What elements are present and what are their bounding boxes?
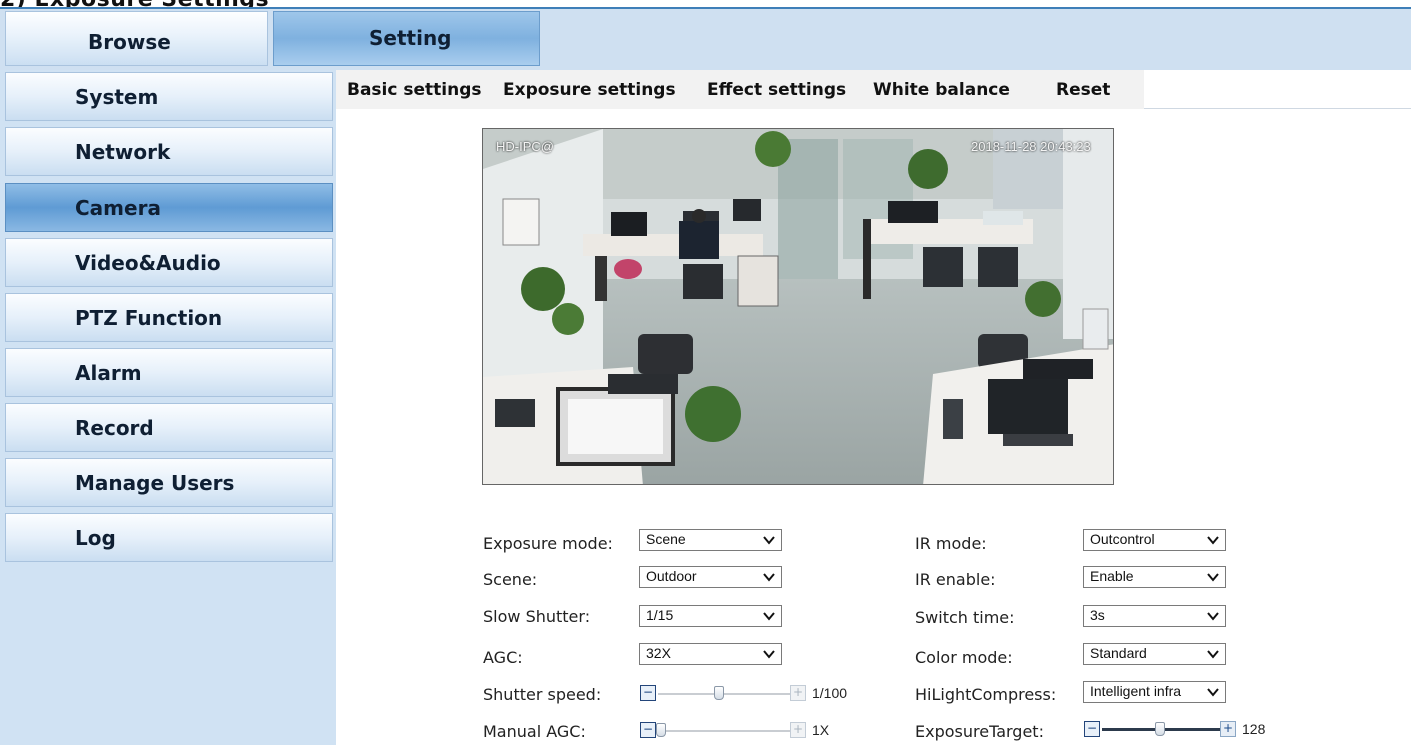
minus-icon[interactable]: −	[640, 685, 656, 701]
camera-feed-image	[483, 129, 1113, 484]
tab-basic-settings[interactable]: Basic settings	[347, 80, 482, 100]
chevron-down-icon	[763, 536, 775, 545]
shutter-speed-track	[658, 693, 790, 695]
manual-agc-thumb[interactable]	[656, 723, 666, 737]
hilight-compress-value: Intelligent infra	[1090, 683, 1182, 699]
chevron-down-icon	[763, 650, 775, 659]
chevron-down-icon	[1207, 612, 1219, 621]
osd-camera-name: HD-IPC@	[496, 139, 554, 154]
agc-value: 32X	[646, 645, 671, 661]
agc-label: AGC:	[483, 648, 523, 667]
minus-icon[interactable]: −	[640, 722, 656, 738]
color-mode-select[interactable]: Standard	[1083, 643, 1226, 665]
hilight-compress-label: HiLightCompress:	[915, 685, 1057, 704]
ir-mode-label: IR mode:	[915, 534, 987, 553]
color-mode-value: Standard	[1090, 645, 1147, 661]
manual-agc-value: 1X	[812, 722, 830, 738]
exposure-mode-label: Exposure mode:	[483, 534, 613, 553]
sidebar-item-ptz-function[interactable]: PTZ Function	[5, 293, 333, 342]
sidebar-item-system[interactable]: System	[5, 72, 333, 121]
slow-shutter-label: Slow Shutter:	[483, 607, 591, 626]
page-heading-clipped: 2) Exposure Settings	[0, 0, 1411, 12]
ir-enable-label: IR enable:	[915, 570, 996, 589]
browse-button[interactable]: Browse	[5, 11, 268, 66]
manual-agc-label: Manual AGC:	[483, 722, 586, 741]
switch-time-select[interactable]: 3s	[1083, 605, 1226, 627]
shutter-speed-label: Shutter speed:	[483, 685, 602, 704]
chevron-down-icon	[763, 612, 775, 621]
exposure-mode-select[interactable]: Scene	[639, 529, 782, 551]
tab-white-balance[interactable]: White balance	[873, 80, 1010, 100]
setting-button[interactable]: Setting	[273, 11, 540, 66]
exposure-target-slider: − + 128	[1084, 721, 1294, 739]
shutter-speed-thumb[interactable]	[714, 686, 724, 700]
tab-effect-settings[interactable]: Effect settings	[707, 80, 846, 100]
chevron-down-icon	[1207, 688, 1219, 697]
ir-enable-value: Enable	[1090, 568, 1134, 584]
ir-mode-value: Outcontrol	[1090, 531, 1155, 547]
sidebar-item-video-audio[interactable]: Video&Audio	[5, 238, 333, 287]
chevron-down-icon	[763, 573, 775, 582]
sidebar-item-camera[interactable]: Camera	[5, 183, 333, 232]
chevron-down-icon	[1207, 650, 1219, 659]
scene-select[interactable]: Outdoor	[639, 566, 782, 588]
switch-time-label: Switch time:	[915, 608, 1015, 627]
scene-value: Outdoor	[646, 568, 697, 584]
tab-reset[interactable]: Reset	[1056, 80, 1110, 100]
hilight-compress-select[interactable]: Intelligent infra	[1083, 681, 1226, 703]
exposure-mode-value: Scene	[646, 531, 686, 547]
slow-shutter-value: 1/15	[646, 607, 674, 623]
shutter-speed-value: 1/100	[812, 685, 848, 701]
sidebar-item-manage-users[interactable]: Manage Users	[5, 458, 333, 507]
manual-agc-track	[658, 730, 790, 732]
plus-icon[interactable]: +	[790, 722, 806, 738]
switch-time-value: 3s	[1090, 607, 1105, 623]
exposure-target-thumb[interactable]	[1155, 722, 1165, 736]
ir-enable-select[interactable]: Enable	[1083, 566, 1226, 588]
scene-label: Scene:	[483, 570, 538, 589]
slow-shutter-select[interactable]: 1/15	[639, 605, 782, 627]
chevron-down-icon	[1207, 573, 1219, 582]
agc-select[interactable]: 32X	[639, 643, 782, 665]
exposure-target-track	[1102, 728, 1232, 731]
color-mode-label: Color mode:	[915, 648, 1013, 667]
exposure-target-value: 128	[1242, 721, 1266, 737]
shutter-speed-slider: − + 1/100	[640, 685, 865, 703]
chevron-down-icon	[1207, 536, 1219, 545]
sidebar-item-network[interactable]: Network	[5, 127, 333, 176]
camera-preview: HD-IPC@ 2018-11-28 20:43:23	[482, 128, 1114, 485]
osd-timestamp: 2018-11-28 20:43:23	[971, 139, 1091, 154]
sidebar-item-record[interactable]: Record	[5, 403, 333, 452]
exposure-target-label: ExposureTarget:	[915, 722, 1044, 741]
settings-tab-bar: Basic settings Exposure settings Effect …	[336, 70, 1411, 109]
manual-agc-slider: − + 1X	[640, 722, 840, 740]
minus-icon[interactable]: −	[1084, 721, 1100, 737]
tab-exposure-settings[interactable]: Exposure settings	[503, 80, 676, 100]
plus-icon[interactable]: +	[1220, 721, 1236, 737]
sidebar-item-log[interactable]: Log	[5, 513, 333, 562]
sidebar-item-alarm[interactable]: Alarm	[5, 348, 333, 397]
ir-mode-select[interactable]: Outcontrol	[1083, 529, 1226, 551]
plus-icon[interactable]: +	[790, 685, 806, 701]
